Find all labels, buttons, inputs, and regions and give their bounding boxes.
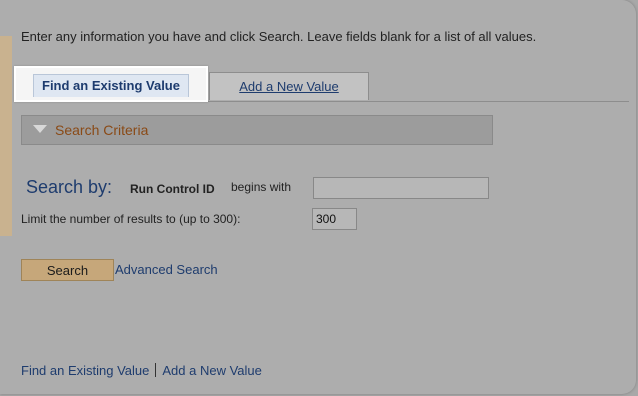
instructions-text: Enter any information you have and click… bbox=[21, 29, 537, 44]
footer-separator bbox=[155, 363, 157, 377]
search-by-label: Search by: bbox=[26, 177, 113, 197]
footer-find-existing-value-link[interactable]: Find an Existing Value bbox=[21, 363, 149, 378]
advanced-search-link[interactable]: Advanced Search bbox=[115, 262, 218, 277]
left-accent-bar bbox=[0, 36, 12, 236]
tab-find-existing-value-label: Find an Existing Value bbox=[33, 74, 189, 97]
operator-label: begins with bbox=[231, 180, 292, 194]
search-button[interactable]: Search bbox=[21, 259, 114, 281]
collapse-triangle-icon[interactable] bbox=[33, 125, 47, 133]
search-criteria-header[interactable]: Search Criteria bbox=[21, 115, 493, 145]
tab-add-new-value-label: Add a New Value bbox=[239, 79, 339, 94]
tab-bar: Find an Existing Value Add a New Value bbox=[14, 66, 629, 102]
tab-add-new-value[interactable]: Add a New Value bbox=[209, 72, 369, 100]
run-control-id-label: Run Control ID bbox=[130, 182, 215, 196]
run-control-id-input[interactable] bbox=[313, 177, 489, 199]
footer-links: Find an Existing Value Add a New Value bbox=[21, 363, 262, 378]
footer-add-new-value-link[interactable]: Add a New Value bbox=[162, 363, 262, 378]
tab-find-existing-value[interactable]: Find an Existing Value bbox=[14, 66, 208, 102]
search-criteria-label: Search Criteria bbox=[55, 122, 149, 138]
limit-results-label: Limit the number of results to (up to 30… bbox=[21, 212, 241, 226]
limit-results-input[interactable] bbox=[312, 208, 357, 230]
